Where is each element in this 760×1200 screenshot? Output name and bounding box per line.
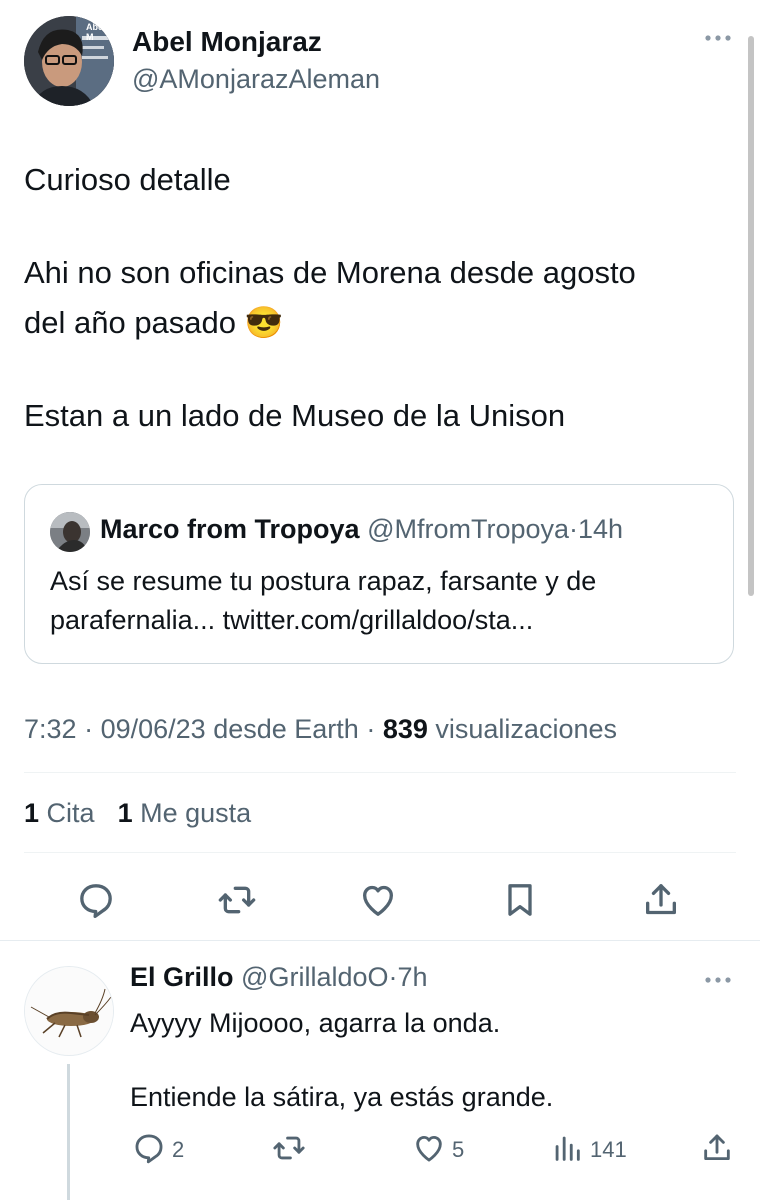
reply-text-line: Entiende la sátira, ya estás grande. (130, 1082, 554, 1112)
engagement-stats: 1 Cita 1 Me gusta (24, 798, 251, 829)
scrollbar[interactable] (748, 36, 754, 596)
views-count: 839 (382, 714, 428, 744)
quoted-tweet-time[interactable]: 14h (578, 514, 623, 544)
divider (24, 772, 736, 773)
retweet-icon (272, 1131, 306, 1170)
author-handle[interactable]: @AMonjarazAleman (132, 64, 380, 95)
separator-dot: · (388, 962, 398, 992)
like-icon[interactable] (358, 880, 398, 920)
reply-views-button[interactable]: 141 (550, 1130, 627, 1170)
likes-count[interactable]: 1 (118, 798, 133, 828)
reply-author-handle[interactable]: @GrillaldoO (241, 962, 388, 992)
reply-like-button[interactable]: 5 (412, 1130, 464, 1170)
quoted-tweet-text: Así se resume tu postura rapaz, farsante… (50, 562, 710, 640)
avatar-overlay-text: Abel M (86, 22, 106, 42)
quoted-tweet-header: Marco from Tropoya @MfromTropoya·14h (100, 514, 623, 545)
reply-retweet-button[interactable] (272, 1130, 312, 1170)
reply-icon[interactable] (76, 880, 116, 920)
separator-dot: · (84, 714, 94, 744)
tweet-text-line: Curioso detalle (24, 162, 231, 197)
sunglasses-emoji: 😎 (244, 305, 284, 340)
divider (24, 852, 736, 853)
reply-header: El Grillo @GrillaldoO·7h (130, 962, 428, 993)
tweet-text-fragment: del año pasado (24, 305, 237, 340)
reply-icon (132, 1131, 166, 1170)
views-count: 141 (590, 1137, 627, 1162)
quotes-label[interactable]: Cita (47, 798, 95, 828)
share-icon (700, 1131, 734, 1170)
reply-time[interactable]: 7h (398, 962, 428, 992)
tweet-date-source[interactable]: 09/06/23 desde Earth (101, 714, 359, 744)
reply-author-avatar[interactable] (24, 966, 114, 1056)
tweet-text-line: Ahi no son oficinas de Morena desde agos… (24, 255, 636, 290)
reply-reply-button[interactable]: 2 (132, 1130, 184, 1170)
retweet-icon[interactable] (217, 880, 257, 920)
views-label: visualizaciones (435, 714, 617, 744)
separator-dot: · (569, 514, 579, 544)
more-options-icon[interactable] (702, 28, 734, 48)
reply-author-name[interactable]: El Grillo (130, 962, 234, 992)
reply-text-line: Ayyyy Mijoooo, agarra la onda. (130, 1008, 501, 1038)
views-icon (550, 1131, 584, 1170)
quoted-author-name[interactable]: Marco from Tropoya (100, 514, 360, 544)
quoted-text-line: Así se resume tu postura rapaz, farsante… (50, 566, 597, 596)
share-icon[interactable] (641, 880, 681, 920)
quoted-text-line[interactable]: parafernalia... twitter.com/grillaldoo/s… (50, 601, 710, 640)
author-name[interactable]: Abel Monjaraz (132, 26, 322, 58)
tweet-text-line: Estan a un lado de Museo de la Unison (24, 398, 566, 433)
quoted-author-handle[interactable]: @MfromTropoya (367, 514, 569, 544)
tweet-time[interactable]: 7:32 (24, 714, 77, 744)
like-icon (412, 1131, 446, 1170)
bookmark-icon[interactable] (500, 880, 540, 920)
reply-share-button[interactable] (700, 1130, 734, 1170)
tweet-metadata: 7:32 · 09/06/23 desde Earth · 839 visual… (24, 714, 617, 745)
author-avatar[interactable]: Abel M (24, 16, 114, 106)
separator-dot: · (366, 714, 376, 744)
more-options-icon[interactable] (702, 970, 734, 990)
quoted-author-avatar[interactable] (50, 512, 90, 552)
thread-line (67, 1064, 70, 1200)
like-count: 5 (452, 1137, 465, 1162)
divider (0, 940, 760, 941)
tweet-text-line: del año pasado 😎 (24, 303, 283, 343)
quotes-count[interactable]: 1 (24, 798, 39, 828)
reply-count: 2 (172, 1137, 185, 1162)
likes-label[interactable]: Me gusta (140, 798, 251, 828)
